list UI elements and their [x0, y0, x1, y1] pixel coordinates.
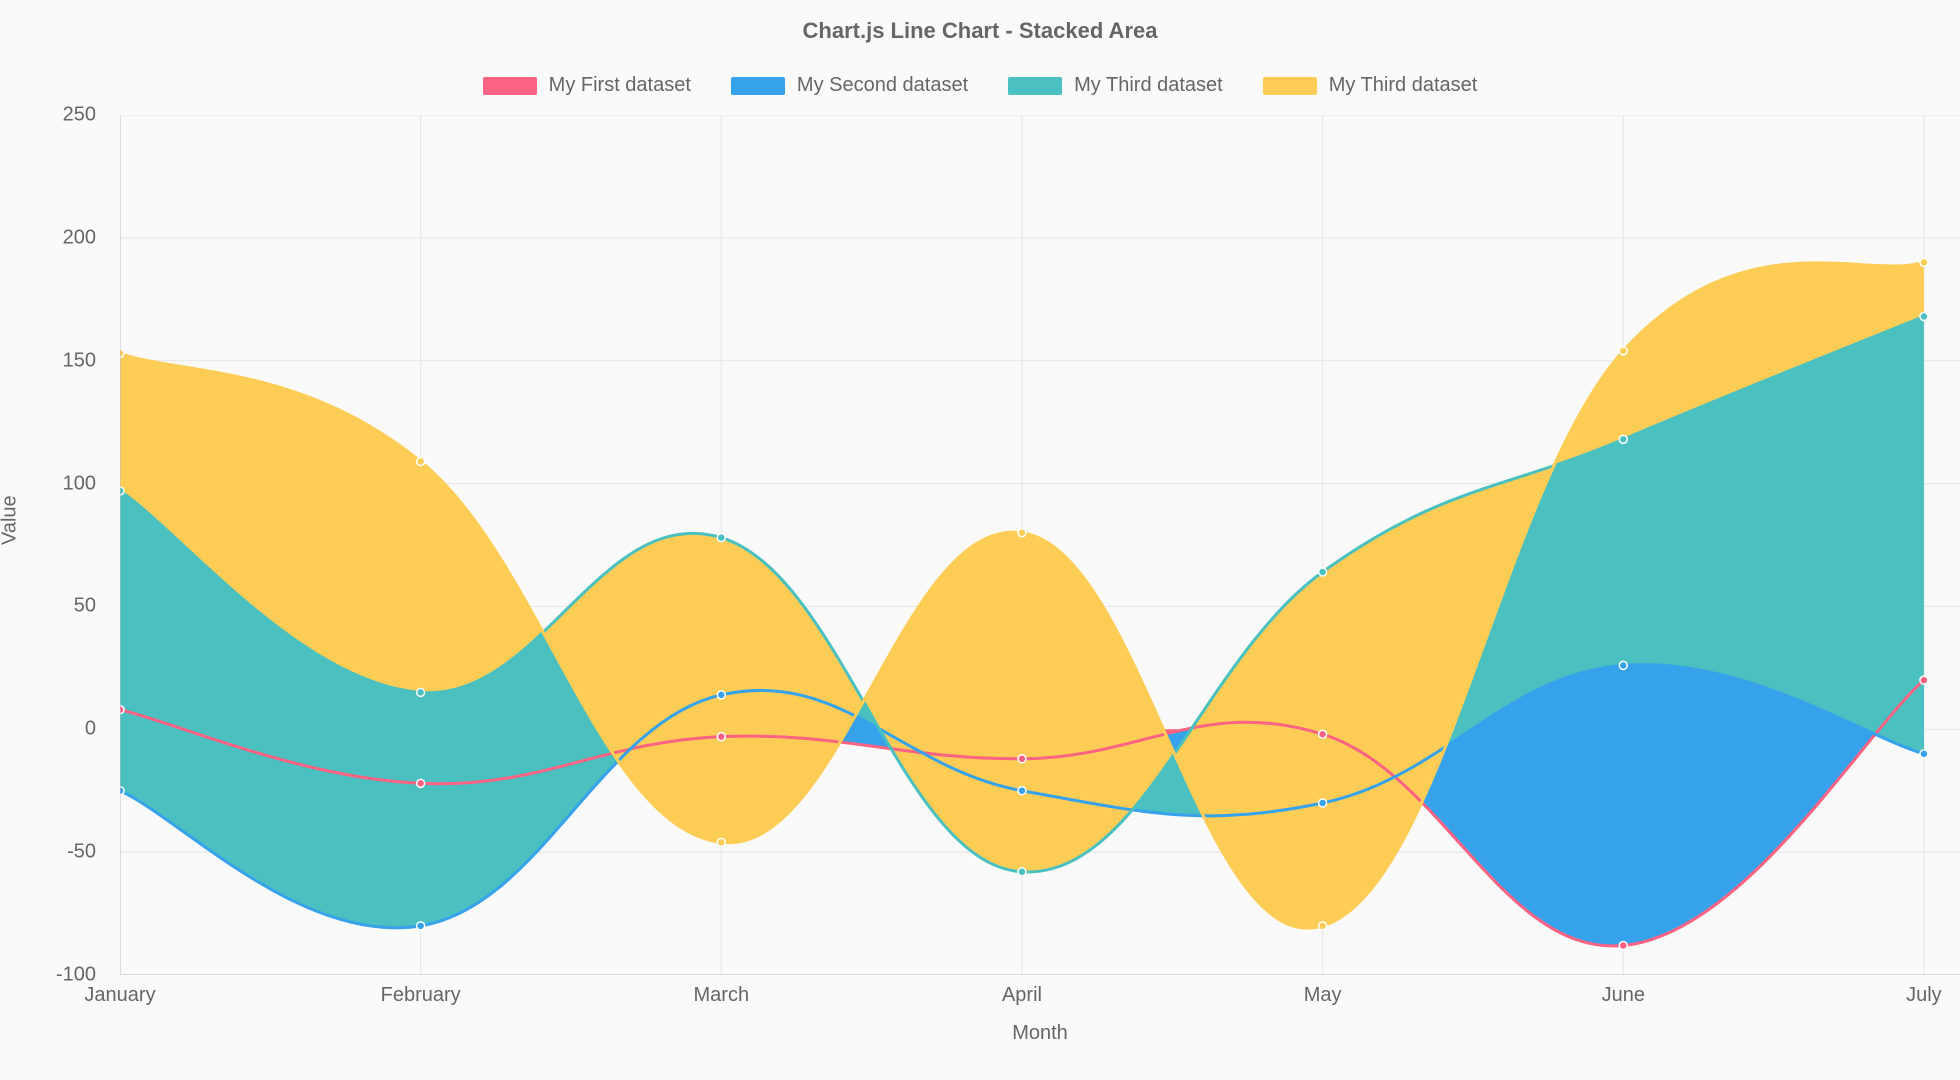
- point-marker: [1018, 868, 1026, 876]
- point-marker: [1920, 258, 1928, 266]
- x-tick-label: February: [381, 984, 461, 1007]
- point-marker: [1319, 568, 1327, 576]
- point-marker: [1319, 730, 1327, 738]
- legend-item-1[interactable]: My Second dataset: [731, 74, 968, 97]
- y-tick-label: 200: [63, 226, 96, 249]
- point-marker: [1619, 661, 1627, 669]
- point-marker: [120, 487, 124, 495]
- point-marker: [1920, 676, 1928, 684]
- x-tick-label: April: [1002, 984, 1042, 1007]
- legend-label: My Second dataset: [797, 74, 968, 97]
- y-tick-label: 150: [63, 349, 96, 372]
- x-tick-label: March: [694, 984, 750, 1007]
- point-marker: [417, 688, 425, 696]
- legend-swatch: [483, 77, 537, 95]
- point-marker: [717, 534, 725, 542]
- y-axis-label: Value: [0, 495, 22, 545]
- point-marker: [1319, 799, 1327, 807]
- legend-item-0[interactable]: My First dataset: [483, 74, 691, 97]
- y-axis-ticks: -100-50050100150200250: [0, 115, 110, 975]
- point-marker: [1619, 435, 1627, 443]
- x-tick-label: May: [1304, 984, 1342, 1007]
- y-tick-label: 100: [63, 472, 96, 495]
- y-tick-label: 0: [85, 718, 96, 741]
- x-tick-label: June: [1602, 984, 1645, 1007]
- y-tick-label: -50: [67, 841, 96, 864]
- point-marker: [1920, 312, 1928, 320]
- legend-label: My Third dataset: [1074, 74, 1223, 97]
- point-marker: [1619, 347, 1627, 355]
- point-marker: [417, 922, 425, 930]
- x-tick-label: July: [1906, 984, 1942, 1007]
- point-marker: [1018, 755, 1026, 763]
- legend-item-3[interactable]: My Third dataset: [1263, 74, 1478, 97]
- legend-label: My First dataset: [549, 74, 691, 97]
- point-marker: [1018, 787, 1026, 795]
- plot-area: [120, 115, 1960, 975]
- point-marker: [1920, 750, 1928, 758]
- stacked-area-chart: Chart.js Line Chart - Stacked Area My Fi…: [0, 0, 1960, 1080]
- point-marker: [120, 349, 124, 357]
- x-axis-ticks: JanuaryFebruaryMarchAprilMayJuneJuly: [120, 984, 1960, 1014]
- y-tick-label: 250: [63, 104, 96, 127]
- point-marker: [1018, 529, 1026, 537]
- point-marker: [717, 691, 725, 699]
- y-tick-label: 50: [74, 595, 96, 618]
- point-marker: [717, 838, 725, 846]
- point-marker: [1319, 922, 1327, 930]
- x-axis-label: Month: [120, 1022, 1960, 1045]
- point-marker: [1619, 942, 1627, 950]
- legend-item-2[interactable]: My Third dataset: [1008, 74, 1223, 97]
- chart-legend: My First dataset My Second dataset My Thir…: [0, 74, 1960, 97]
- point-marker: [417, 457, 425, 465]
- legend-label: My Third dataset: [1329, 74, 1478, 97]
- point-marker: [120, 787, 124, 795]
- legend-swatch: [1263, 77, 1317, 95]
- chart-title: Chart.js Line Chart - Stacked Area: [0, 18, 1960, 44]
- point-marker: [717, 733, 725, 741]
- legend-swatch: [731, 77, 785, 95]
- x-tick-label: January: [84, 984, 155, 1007]
- legend-swatch: [1008, 77, 1062, 95]
- point-marker: [120, 706, 124, 714]
- point-marker: [417, 779, 425, 787]
